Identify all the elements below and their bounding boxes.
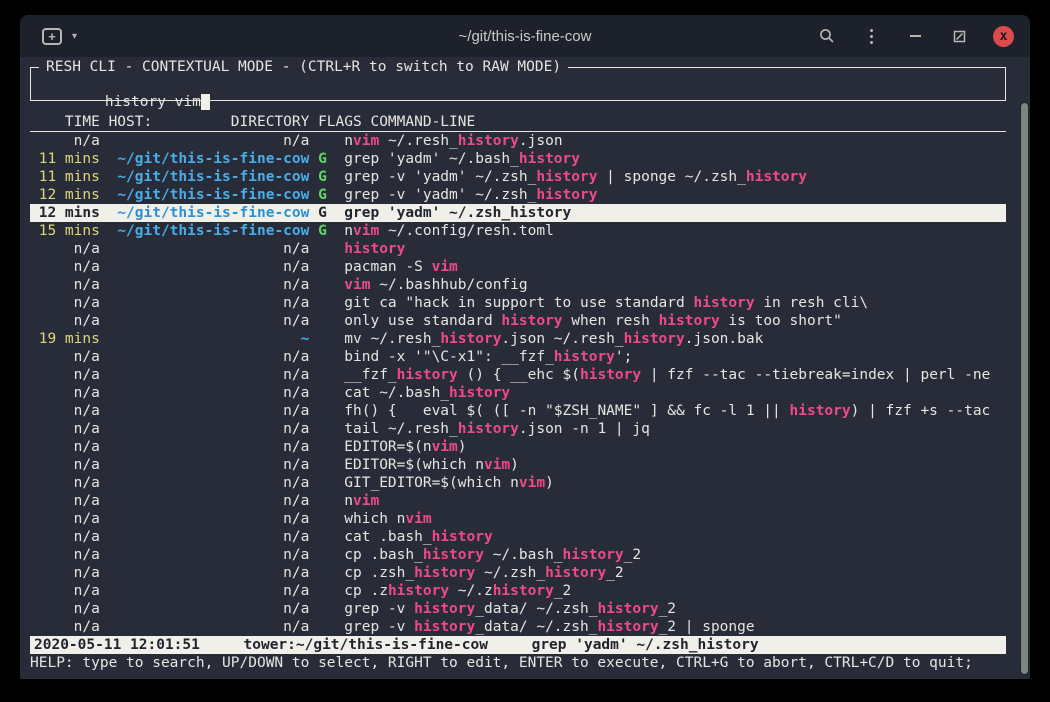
history-table: TIME HOST: DIRECTORY FLAGS COMMAND-LINE … <box>30 113 1006 636</box>
history-row[interactable]: n/a n/a __fzf_history () { __ehc $(histo… <box>30 366 1006 384</box>
history-row[interactable]: 15 mins ~/git/this-is-fine-cow G nvim ~/… <box>30 222 1006 240</box>
history-row[interactable]: n/a n/a grep -v history_data/ ~/.zsh_his… <box>30 618 1006 636</box>
scrollbar[interactable] <box>1020 102 1029 675</box>
history-row[interactable]: n/a n/a tail ~/.resh_history.json -n 1 |… <box>30 420 1006 438</box>
search-input[interactable]: history vim <box>31 68 1005 129</box>
history-row[interactable]: n/a n/a git ca "hack in support to use s… <box>30 294 1006 312</box>
history-row[interactable]: n/a n/a fh() { eval $( ([ -n "$ZSH_NAME"… <box>30 402 1006 420</box>
history-row[interactable]: n/a n/a grep -v history_data/ ~/.zsh_his… <box>30 600 1006 618</box>
minimize-button[interactable] <box>905 26 925 46</box>
chevron-down-icon[interactable]: ▾ <box>72 31 77 42</box>
titlebar: + ▾ ~/git/this-is-fine-cow <box>20 15 1030 57</box>
history-row[interactable]: n/a n/a nvim <box>30 492 1006 510</box>
resh-search-panel: RESH CLI - CONTEXTUAL MODE - (CTRL+R to … <box>30 67 1006 101</box>
history-row[interactable]: n/a n/a cp .zsh_history ~/.zsh_history_2 <box>30 564 1006 582</box>
history-row[interactable]: n/a n/a EDITOR=$(which nvim) <box>30 456 1006 474</box>
history-row[interactable]: n/a n/a only use standard history when r… <box>30 312 1006 330</box>
restore-button[interactable] <box>949 26 969 46</box>
history-row[interactable]: n/a n/a cat ~/.bash_history <box>30 384 1006 402</box>
menu-kebab-icon[interactable] <box>861 26 881 46</box>
history-row[interactable]: n/a n/a cp .bash_history ~/.bash_history… <box>30 546 1006 564</box>
history-row[interactable]: 11 mins ~/git/this-is-fine-cow G grep 'y… <box>30 150 1006 168</box>
selected-entry-statusbar: 2020-05-11 12:01:51 tower:~/git/this-is-… <box>30 636 1006 654</box>
history-row[interactable]: n/a n/a vim ~/.bashhub/config <box>30 276 1006 294</box>
terminal-content: RESH CLI - CONTEXTUAL MODE - (CTRL+R to … <box>20 57 1030 679</box>
help-bar: HELP: type to search, UP/DOWN to select,… <box>30 654 1006 672</box>
history-row[interactable]: 12 mins ~/git/this-is-fine-cow G grep -v… <box>30 186 1006 204</box>
history-rows: n/a n/a nvim ~/.resh_history.json 11 min… <box>30 132 1006 636</box>
history-row[interactable]: n/a n/a EDITOR=$(nvim) <box>30 438 1006 456</box>
search-query-text: history vim <box>105 94 201 110</box>
close-button[interactable]: x <box>993 26 1014 47</box>
history-row[interactable]: n/a n/a bind -x '"\C-x1": __fzf_history'… <box>30 348 1006 366</box>
resh-panel-title: RESH CLI - CONTEXTUAL MODE - (CTRL+R to … <box>39 58 568 76</box>
history-row[interactable]: n/a n/a history <box>30 240 1006 258</box>
history-row[interactable]: 19 mins ~ mv ~/.resh_history.json ~/.res… <box>30 330 1006 348</box>
history-row[interactable]: 12 mins ~/git/this-is-fine-cow G grep 'y… <box>30 204 1006 222</box>
history-row[interactable]: n/a n/a nvim ~/.resh_history.json <box>30 132 1006 150</box>
history-row[interactable]: n/a n/a cp .zhistory ~/.zhistory_2 <box>30 582 1006 600</box>
history-row[interactable]: n/a n/a pacman -S vim <box>30 258 1006 276</box>
text-cursor <box>201 94 210 110</box>
search-icon[interactable] <box>817 26 837 46</box>
terminal-window: + ▾ ~/git/this-is-fine-cow <box>20 15 1030 679</box>
history-row[interactable]: n/a n/a GIT_EDITOR=$(which nvim) <box>30 474 1006 492</box>
history-row[interactable]: n/a n/a which nvim <box>30 510 1006 528</box>
new-tab-button[interactable]: + <box>42 28 62 45</box>
history-row[interactable]: n/a n/a cat .bash_history <box>30 528 1006 546</box>
history-row[interactable]: 11 mins ~/git/this-is-fine-cow G grep -v… <box>30 168 1006 186</box>
